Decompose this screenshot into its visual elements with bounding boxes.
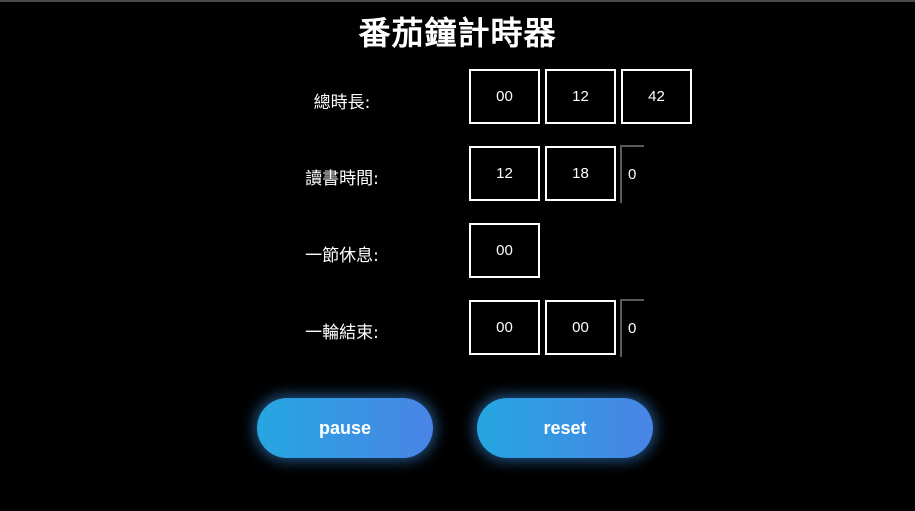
break-time-label: 一節休息: <box>305 246 379 266</box>
total-duration-minutes: 12 <box>545 69 616 124</box>
study-time-label: 讀書時間: <box>305 169 379 189</box>
break-time-value: 00 <box>469 223 540 278</box>
round-end-label: 一輪結束: <box>305 323 379 343</box>
round-end-overflow-digit: 0 <box>620 299 644 357</box>
page-title: 番茄鐘計時器 <box>358 14 557 52</box>
round-end-minutes: 00 <box>545 300 616 355</box>
study-time-hours: 12 <box>469 146 540 201</box>
study-time-minutes: 18 <box>545 146 616 201</box>
study-time-overflow-digit: 0 <box>620 145 644 203</box>
total-duration-label: 總時長: <box>313 93 371 113</box>
total-duration-hours: 00 <box>469 69 540 124</box>
pomodoro-timer-page: 番茄鐘計時器 總時長: 00 12 42 讀書時間: 12 18 0 一節休息:… <box>0 0 915 511</box>
total-duration-seconds: 42 <box>621 69 692 124</box>
reset-button[interactable]: reset <box>477 398 653 458</box>
round-end-hours: 00 <box>469 300 540 355</box>
pause-button[interactable]: pause <box>257 398 433 458</box>
